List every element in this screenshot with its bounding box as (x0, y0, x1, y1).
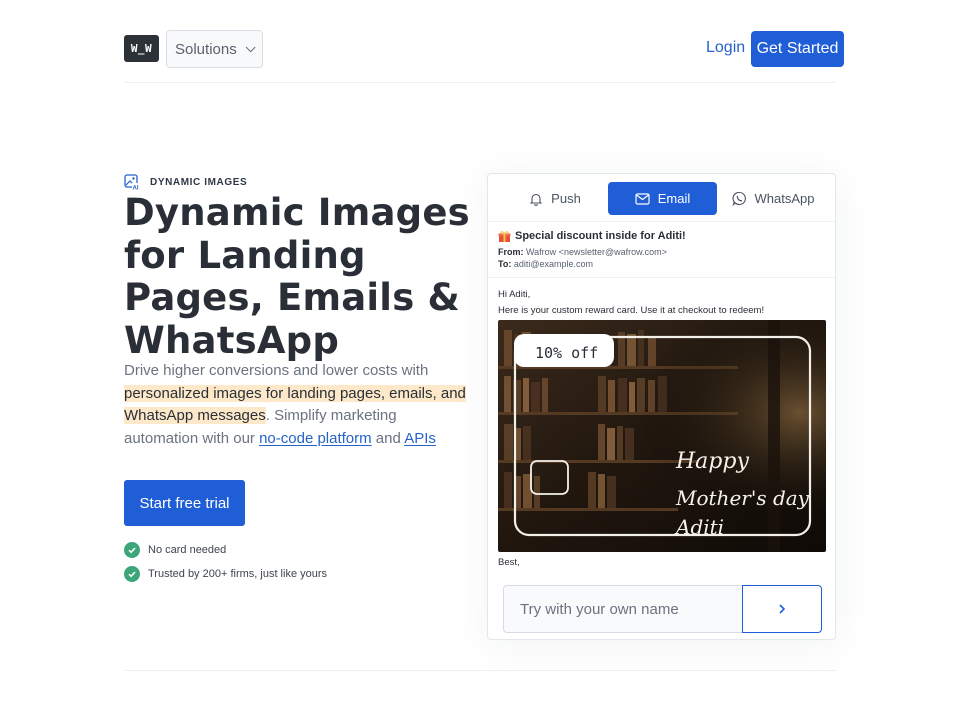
hero-description: Drive higher conversions and lower costs… (124, 360, 474, 450)
check-item: Trusted by 200+ firms, just like yours (124, 566, 327, 582)
email-header: Special discount inside for Aditi! From:… (488, 222, 835, 278)
desc-part1: Drive higher conversions and lower costs… (124, 362, 429, 379)
greeting-line-2: Mother's day (675, 486, 810, 510)
solutions-label: Solutions (175, 40, 237, 58)
channel-tabs: Push Email WhatsApp (488, 174, 835, 222)
tab-email[interactable]: Email (608, 182, 717, 215)
no-code-platform-link[interactable]: no-code platform (259, 430, 372, 447)
check-item: No card needed (124, 542, 226, 558)
subject-text: Special discount inside for Aditi! (515, 230, 686, 242)
email-greeting: Hi Aditi, (498, 289, 531, 300)
mail-icon (635, 192, 650, 205)
desc-and: and (371, 429, 405, 447)
greeting-line-1: Happy (675, 449, 749, 474)
ai-image-icon: AI (124, 174, 140, 190)
check-text: Trusted by 200+ firms, just like yours (148, 568, 328, 580)
tab-label: Push (551, 191, 581, 206)
recipient-name: Aditi (674, 515, 724, 539)
tab-label: Email (657, 191, 691, 206)
chevron-down-icon (245, 41, 256, 52)
eyebrow: AI DYNAMIC IMAGES (124, 174, 247, 190)
submit-name-button[interactable] (742, 585, 822, 633)
from-label: From: (498, 247, 524, 257)
apis-link[interactable]: APIs (404, 430, 436, 447)
email-from: From: Wafrow <newsletter@wafrow.com> (498, 247, 825, 257)
tab-label: WhatsApp (754, 191, 815, 206)
top-nav: W_W Solutions Login Get Started (124, 30, 844, 68)
channel-preview-card: Push Email WhatsApp Special discount ins… (487, 173, 836, 640)
gift-icon (498, 230, 511, 242)
section-divider (124, 670, 836, 671)
to-label: To: (498, 259, 512, 269)
check-circle-icon (124, 542, 140, 558)
discount-badge-text: 10% off (535, 344, 598, 362)
svg-text:AI: AI (133, 186, 139, 191)
get-started-button[interactable]: Get Started (751, 31, 844, 67)
check-text: No card needed (148, 544, 227, 556)
tab-push[interactable]: Push (512, 182, 598, 215)
email-message: Here is your custom reward card. Use it … (498, 305, 765, 316)
reward-card-image: 10% off Happy Mother's day Aditi (498, 320, 826, 552)
chevron-right-icon (779, 604, 786, 614)
login-link[interactable]: Login (706, 39, 745, 57)
bell-icon (529, 193, 543, 206)
hero-title: Dynamic Images for Landing Pages, Emails… (124, 191, 470, 362)
start-free-trial-button[interactable]: Start free trial (124, 480, 245, 526)
email-sign-off: Best, (498, 557, 520, 568)
email-to: To: aditi@example.com (498, 259, 825, 269)
check-circle-icon (124, 566, 140, 582)
try-name-form (503, 585, 822, 633)
solutions-dropdown[interactable]: Solutions (166, 30, 263, 68)
from-value: Wafrow <newsletter@wafrow.com> (526, 247, 667, 257)
to-value: aditi@example.com (513, 259, 594, 269)
whatsapp-icon (732, 191, 746, 206)
nav-divider (124, 82, 836, 83)
email-body: Hi Aditi, Here is your custom reward car… (498, 287, 828, 319)
eyebrow-text: DYNAMIC IMAGES (150, 176, 248, 188)
tab-whatsapp[interactable]: WhatsApp (728, 182, 818, 215)
logo[interactable]: W_W (124, 35, 159, 62)
name-input[interactable] (504, 586, 742, 632)
email-subject: Special discount inside for Aditi! (498, 228, 825, 244)
